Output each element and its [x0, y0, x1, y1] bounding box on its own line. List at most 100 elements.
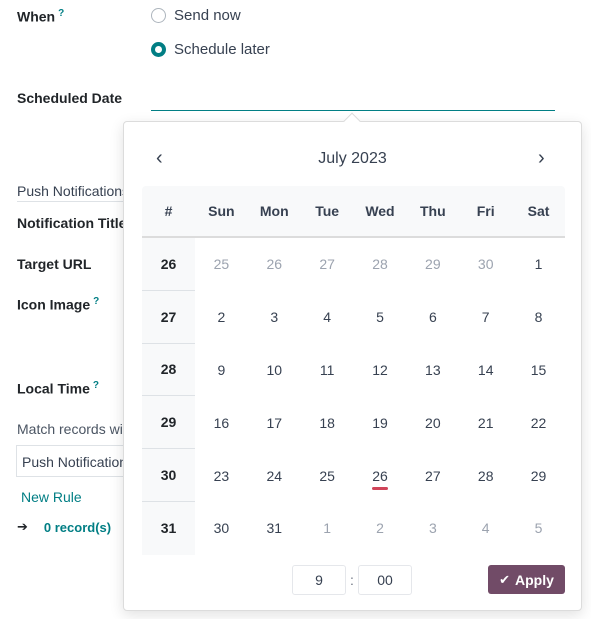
radio-schedule-later[interactable]: Schedule later	[151, 41, 270, 58]
weekday-label: Mon	[259, 203, 289, 219]
day-cell[interactable]: 26	[248, 238, 301, 291]
week-row: 26 25 26 27 28 29 30 1	[142, 238, 565, 291]
day-cell[interactable]: 27	[406, 449, 459, 502]
arrow-right-icon: ➔	[17, 519, 28, 534]
weekday-label: Sat	[527, 203, 550, 219]
day-cell[interactable]: 2	[195, 291, 248, 344]
scheduled-date-label: Scheduled Date	[17, 90, 123, 106]
day-cell[interactable]: 28	[354, 238, 407, 291]
records-count[interactable]: ➔ 0 record(s)	[17, 519, 111, 535]
calendar-grid: # Sun Mon Tue Wed Thu Fri Sat 26 25 26 27 28…	[142, 186, 565, 555]
day-cell[interactable]: 27	[301, 238, 354, 291]
day-cell[interactable]: 10	[248, 344, 301, 397]
chevron-left-icon[interactable]: ‹	[156, 148, 163, 168]
check-icon: ✔	[499, 571, 510, 587]
week-row: 28 9 10 11 12 13 14 15	[142, 343, 565, 397]
day-cell[interactable]: 5	[512, 502, 565, 555]
week-number: 27	[142, 290, 195, 344]
records-count-link[interactable]: 0 record(s)	[44, 520, 111, 535]
radio-send-now[interactable]: Send now	[151, 7, 241, 24]
notification-title-label: Notification Title	[17, 215, 125, 231]
day-cell[interactable]: 4	[301, 291, 354, 344]
radio-label: Send now	[174, 7, 241, 24]
radio-label: Schedule later	[174, 41, 270, 58]
week-row: 31 30 31 1 2 3 4 5	[142, 501, 565, 555]
weekday-label: Tue	[315, 203, 340, 219]
help-icon[interactable]: ?	[93, 380, 99, 391]
calendar-header: July 2023	[124, 144, 581, 174]
weekday-label: Fri	[476, 203, 495, 219]
day-cell[interactable]: 17	[248, 396, 301, 449]
hour-select[interactable]: 9	[292, 565, 346, 595]
day-cell[interactable]: 14	[459, 344, 512, 397]
day-cell-today[interactable]: 26	[354, 449, 407, 502]
week-row: 27 2 3 4 5 6 7 8	[142, 290, 565, 344]
week-number: 26	[142, 238, 195, 291]
day-cell[interactable]: 9	[195, 344, 248, 397]
day-cell[interactable]: 20	[406, 396, 459, 449]
week-number: 31	[142, 501, 195, 555]
day-cell[interactable]: 2	[354, 502, 407, 555]
day-cell[interactable]: 30	[195, 502, 248, 555]
day-cell[interactable]: 15	[512, 344, 565, 397]
week-row: 29 16 17 18 19 20 21 22	[142, 396, 565, 450]
minute-select[interactable]: 00	[358, 565, 412, 595]
day-cell[interactable]: 29	[406, 238, 459, 291]
week-number: 30	[142, 449, 195, 502]
day-cell[interactable]: 28	[459, 449, 512, 502]
day-cell[interactable]: 4	[459, 502, 512, 555]
when-label: When?	[17, 8, 65, 25]
day-cell[interactable]: 24	[248, 449, 301, 502]
help-icon[interactable]: ?	[58, 8, 64, 19]
help-icon[interactable]: ?	[93, 296, 99, 307]
day-cell[interactable]: 1	[301, 502, 354, 555]
apply-label: Apply	[515, 571, 554, 588]
week-number: 28	[142, 343, 195, 397]
day-cell[interactable]: 30	[459, 238, 512, 291]
week-number: 29	[142, 396, 195, 450]
weekday-label: Sun	[208, 203, 235, 219]
match-records-label: Match records with the following rule	[17, 421, 125, 437]
week-row: 30 23 24 25 26 27 28 29	[142, 449, 565, 502]
weekday-header-row: # Sun Mon Tue Wed Thu Fri Sat	[142, 186, 565, 238]
calendar-weeks: 26 25 26 27 28 29 30 1 27 2 3 4 5 6 7 8 28 9 10 11 12 13 14 15 2…	[142, 238, 565, 555]
week-number-header: #	[164, 203, 173, 219]
icon-image-label: Icon Image?	[17, 296, 100, 313]
chevron-right-icon[interactable]: ›	[538, 148, 545, 168]
day-cell[interactable]: 11	[301, 344, 354, 397]
scheduled-date-input[interactable]	[151, 90, 555, 111]
day-cell[interactable]: 3	[248, 291, 301, 344]
day-cell[interactable]: 25	[301, 449, 354, 502]
day-cell[interactable]: 25	[195, 238, 248, 291]
day-cell[interactable]: 29	[512, 449, 565, 502]
day-cell[interactable]: 13	[406, 344, 459, 397]
day-cell[interactable]: 3	[406, 502, 459, 555]
new-rule-link[interactable]: New Rule	[21, 489, 82, 505]
day-cell[interactable]: 19	[354, 396, 407, 449]
popover-caret	[343, 112, 361, 130]
weekday-label: Thu	[420, 203, 446, 219]
day-cell[interactable]: 1	[512, 238, 565, 291]
radio-checked-icon[interactable]	[151, 42, 166, 57]
day-cell[interactable]: 22	[512, 396, 565, 449]
day-cell[interactable]: 5	[354, 291, 407, 344]
radio-unchecked-icon[interactable]	[151, 8, 166, 23]
day-cell[interactable]: 6	[406, 291, 459, 344]
month-title[interactable]: July 2023	[318, 150, 387, 168]
day-cell[interactable]: 18	[301, 396, 354, 449]
section-title: Push Notifications	[17, 183, 125, 202]
target-url-label: Target URL	[17, 256, 92, 272]
local-time-label: Local Time?	[17, 380, 99, 397]
day-cell[interactable]: 8	[512, 291, 565, 344]
day-cell[interactable]: 31	[248, 502, 301, 555]
domain-model-field[interactable]: Push Notifications	[16, 445, 131, 477]
time-picker: 9 : 00	[292, 565, 412, 595]
day-cell[interactable]: 12	[354, 344, 407, 397]
time-separator: :	[350, 572, 354, 588]
day-cell[interactable]: 23	[195, 449, 248, 502]
day-cell[interactable]: 16	[195, 396, 248, 449]
day-cell[interactable]: 21	[459, 396, 512, 449]
datepicker-popover: July 2023 ‹ › # Sun Mon Tue Wed Thu Fri …	[123, 112, 582, 611]
apply-button[interactable]: ✔ Apply	[488, 565, 565, 594]
day-cell[interactable]: 7	[459, 291, 512, 344]
